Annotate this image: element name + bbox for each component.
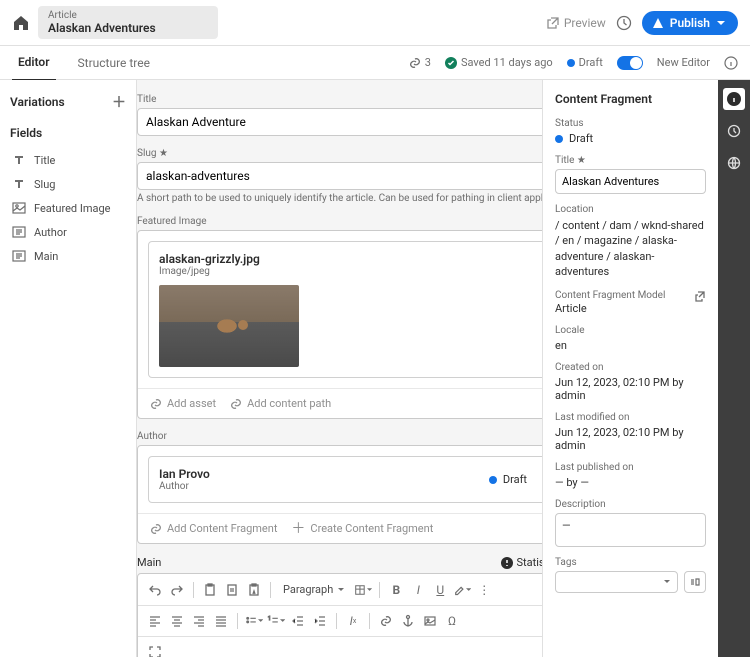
- author-role: Author: [159, 481, 210, 492]
- link-icon[interactable]: [377, 612, 395, 630]
- add-content-path-button[interactable]: Add content path: [230, 397, 331, 410]
- new-editor-label: New Editor: [657, 56, 710, 69]
- outdent-icon[interactable]: [289, 612, 307, 630]
- special-char-icon[interactable]: Ω: [443, 612, 461, 630]
- bullet-list-icon[interactable]: [245, 612, 263, 630]
- field-item-main[interactable]: Main: [10, 244, 126, 268]
- paste-icon[interactable]: [201, 581, 219, 599]
- right-rail: [718, 80, 750, 657]
- properties-panel: Content Fragment Status Draft Title ★ Lo…: [542, 80, 718, 657]
- rail-properties-icon[interactable]: [723, 88, 745, 110]
- panel-heading: Content Fragment: [555, 92, 706, 106]
- modified-value: Jun 12, 2023, 02:10 PM by admin: [555, 426, 706, 452]
- locale-value: en: [555, 339, 706, 352]
- home-icon[interactable]: [12, 14, 30, 32]
- underline-icon[interactable]: U: [431, 581, 449, 599]
- rich-text-editor: Paragraph B I U ⋮: [137, 573, 542, 657]
- align-justify-icon[interactable]: [212, 612, 230, 630]
- references-count[interactable]: 3: [409, 56, 431, 69]
- rail-globe-icon[interactable]: [723, 152, 745, 174]
- italic-icon[interactable]: I: [409, 581, 427, 599]
- open-model-icon[interactable]: [694, 290, 706, 302]
- undo-icon[interactable]: [146, 581, 164, 599]
- clear-format-icon[interactable]: Ix: [344, 612, 362, 630]
- image-icon[interactable]: [421, 612, 439, 630]
- title-label: Title: [137, 94, 156, 105]
- field-item-author[interactable]: Author: [10, 220, 126, 244]
- align-left-icon[interactable]: [146, 612, 164, 630]
- add-asset-button[interactable]: Add asset: [150, 397, 216, 410]
- save-status: Saved 11 days ago: [445, 56, 553, 69]
- breadcrumb[interactable]: Article Alaskan Adventures: [38, 6, 218, 39]
- author-status: Draft: [489, 473, 527, 486]
- author-card: Ian Provo Author Draft: [137, 445, 542, 544]
- publish-button[interactable]: Publish: [642, 11, 738, 35]
- title-input[interactable]: [137, 108, 542, 136]
- panel-title-input[interactable]: [555, 169, 706, 194]
- clock-icon[interactable]: [616, 15, 632, 31]
- tags-browse-button[interactable]: [684, 571, 706, 593]
- fullscreen-icon[interactable]: [146, 643, 164, 657]
- location-value: / content / dam / wknd-shared / en / mag…: [555, 218, 706, 280]
- add-content-fragment-button[interactable]: Add Content Fragment: [150, 522, 277, 535]
- asset-filename: alaskan-grizzly.jpg: [159, 252, 260, 266]
- rail-history-icon[interactable]: [723, 120, 745, 142]
- paragraph-select[interactable]: Paragraph: [278, 580, 350, 599]
- slug-label: Slug ★: [137, 148, 168, 159]
- author-name: Ian Provo: [159, 467, 210, 481]
- asset-mime: Image/jpeg: [159, 266, 260, 277]
- field-item-slug[interactable]: Slug: [10, 172, 126, 196]
- editor-canvas: Title 17/255 characters Slug ★ 18/255 ch…: [137, 80, 542, 657]
- featured-label: Featured Image: [137, 216, 207, 227]
- status-value: Draft: [569, 132, 593, 145]
- highlight-icon[interactable]: [453, 581, 471, 599]
- field-item-title[interactable]: Title: [10, 148, 126, 172]
- description-input[interactable]: —: [555, 513, 706, 547]
- breadcrumb-type: Article: [48, 10, 208, 21]
- variations-heading: Variations: [10, 95, 65, 109]
- create-content-fragment-button[interactable]: ＋ Create Content Fragment: [291, 522, 433, 535]
- paste-word-icon[interactable]: [245, 581, 263, 599]
- table-icon[interactable]: [354, 581, 372, 599]
- asset-thumbnail[interactable]: [159, 285, 299, 367]
- info-icon[interactable]: [724, 56, 738, 70]
- tab-editor[interactable]: Editor: [12, 45, 56, 81]
- slug-hint: A short path to be used to uniquely iden…: [137, 193, 542, 204]
- tags-select[interactable]: [555, 571, 678, 593]
- svg-text:1: 1: [268, 616, 271, 622]
- field-item-featured-image[interactable]: Featured Image: [10, 196, 126, 220]
- align-center-icon[interactable]: [168, 612, 186, 630]
- redo-icon[interactable]: [168, 581, 186, 599]
- tab-structure-tree[interactable]: Structure tree: [72, 46, 156, 80]
- slug-input[interactable]: [137, 162, 542, 190]
- anchor-icon[interactable]: [399, 612, 417, 630]
- number-list-icon[interactable]: 1: [267, 612, 285, 630]
- draft-status: Draft: [567, 56, 603, 69]
- paste-text-icon[interactable]: [223, 581, 241, 599]
- bold-icon[interactable]: B: [387, 581, 405, 599]
- status-dot-icon: [567, 59, 575, 67]
- featured-image-card: alaskan-grizzly.jpg Image/jpeg Draft: [137, 230, 542, 419]
- more-icon[interactable]: ⋮: [475, 581, 493, 599]
- left-panel: Variations ＋ Fields Title Slug Featured …: [0, 80, 137, 657]
- indent-icon[interactable]: [311, 612, 329, 630]
- author-label: Author: [137, 431, 167, 442]
- preview-button[interactable]: Preview: [546, 16, 606, 30]
- breadcrumb-title: Alaskan Adventures: [48, 21, 208, 35]
- created-value: Jun 12, 2023, 02:10 PM by admin: [555, 376, 706, 402]
- model-value: Article: [555, 302, 706, 315]
- fields-heading: Fields: [10, 126, 126, 140]
- published-value: — by —: [555, 476, 706, 489]
- statistics-button[interactable]: Statistics: [501, 556, 542, 569]
- add-variation-button[interactable]: ＋: [112, 92, 126, 112]
- new-editor-toggle[interactable]: [617, 56, 643, 70]
- main-label: Main: [137, 556, 161, 569]
- align-right-icon[interactable]: [190, 612, 208, 630]
